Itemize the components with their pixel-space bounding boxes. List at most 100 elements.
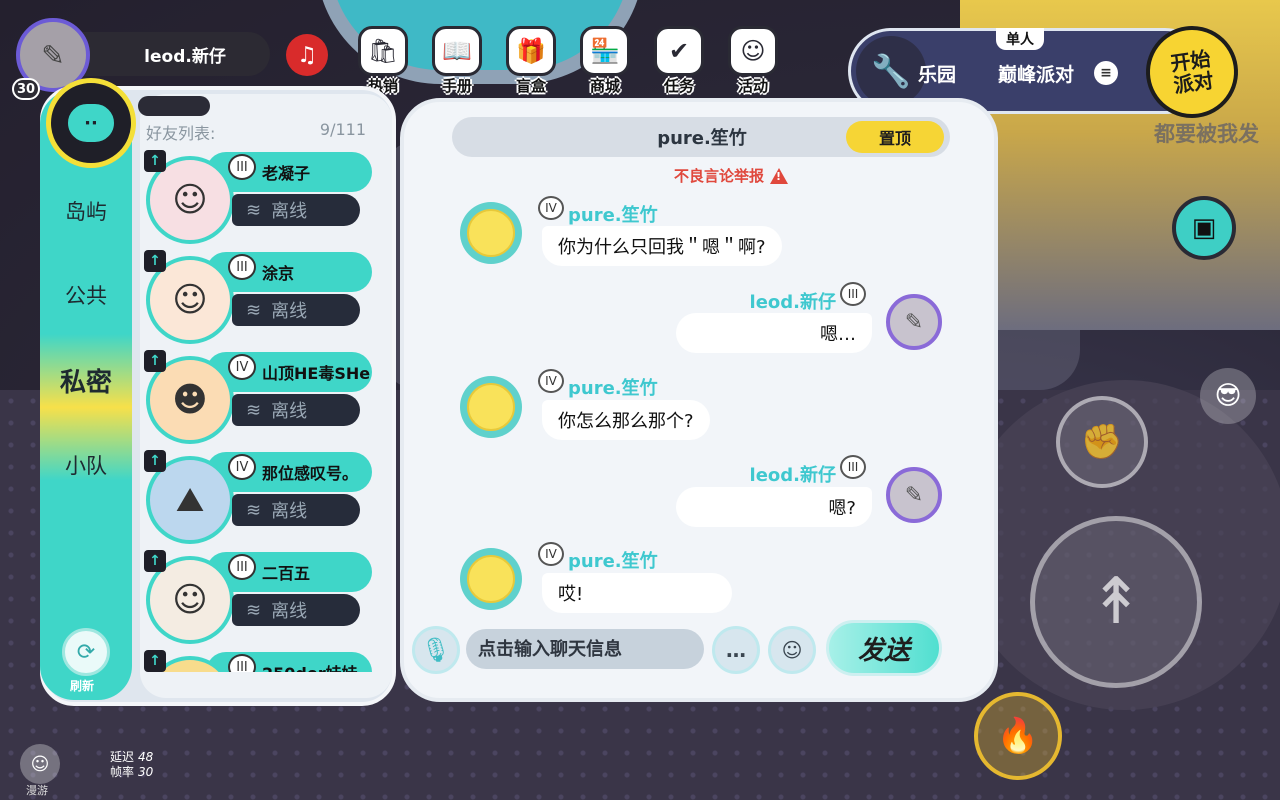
friends-header-bar: [138, 96, 210, 116]
friend-status-text: 离线: [271, 501, 308, 522]
friend-row[interactable]: ☺ ↑ III 涂京 ≋ 离线: [142, 250, 374, 346]
mode-single-tag: 单人: [996, 28, 1044, 50]
chat-logo: ∙∙: [46, 78, 136, 168]
girl-avatar-icon: ☺: [172, 180, 208, 220]
message-sender: leod.新仔: [749, 465, 836, 486]
roam-button[interactable]: ☺: [20, 744, 60, 784]
message-sender: pure.笙竹: [568, 378, 658, 399]
message-avatar[interactable]: [460, 548, 522, 610]
chick-avatar-icon: [467, 555, 515, 603]
action-dash-button[interactable]: 🔥: [974, 692, 1062, 780]
friend-status: ≋ 离线: [232, 594, 360, 626]
tab-island[interactable]: 岛屿: [40, 196, 132, 226]
report-link[interactable]: 不良言论举报: [674, 165, 789, 186]
refresh-button[interactable]: ⟳: [62, 628, 110, 676]
mode-current[interactable]: 巅峰派对: [998, 60, 1074, 87]
friend-row[interactable]: ↑ III 250dor娃娃: [142, 650, 374, 672]
girl-avatar-icon: ☺: [172, 580, 208, 620]
quick-phrase-button[interactable]: …: [712, 626, 760, 674]
friend-name: 老凝子: [262, 164, 311, 183]
grab-icon: ✊: [1080, 422, 1124, 462]
pin-button[interactable]: 置顶: [846, 121, 944, 153]
friend-row[interactable]: ☺ ↑ III 二百五 ≋ 离线: [142, 550, 374, 646]
action-grab-button[interactable]: ✊: [1056, 396, 1148, 488]
friend-status: ≋ 离线: [232, 294, 360, 326]
message-sender: leod.新仔: [749, 292, 836, 313]
message-avatar[interactable]: ✎: [886, 294, 942, 350]
speech-bubble-icon: …: [726, 638, 746, 662]
friend-status-text: 离线: [271, 601, 308, 622]
friends-list-label: 好友列表:: [146, 124, 216, 143]
boy-avatar-icon: ☻: [172, 380, 208, 420]
message-avatar[interactable]: [460, 202, 522, 264]
music-app-icon[interactable]: ♫: [286, 34, 328, 76]
nav-blind-box[interactable]: 🎁 盲盒: [500, 26, 562, 96]
nav-shop[interactable]: 🏪 商城: [574, 26, 636, 96]
nav-tasks[interactable]: ✔ 任务: [648, 26, 710, 96]
wifi-icon: ≋: [246, 199, 262, 221]
task-icon: ✔: [654, 26, 704, 76]
fps-label: 帧率: [110, 765, 135, 779]
tab-private[interactable]: 私密: [40, 362, 132, 399]
chick-avatar-icon: [467, 383, 515, 431]
friend-status: ≋ 离线: [232, 194, 360, 226]
nav-handbook[interactable]: 📖 手册: [426, 26, 488, 96]
friend-name: 250dor娃娃: [262, 660, 358, 672]
player-name-pill[interactable]: leod.新仔: [60, 32, 270, 76]
message-sender: pure.笙竹: [568, 551, 658, 572]
top-nav: 🛍 热销 📖 手册 🎁 盲盒 🏪 商城 ✔ 任务 ☺ 活动: [352, 26, 784, 96]
nav-events[interactable]: ☺ 活动: [722, 26, 784, 96]
refresh-icon: ⟳: [76, 639, 96, 665]
friend-row[interactable]: ☻ ↑ IV 山顶HE毒SHe ≋ 离线: [142, 350, 374, 446]
emoji-button[interactable]: ☺: [768, 626, 816, 674]
tab-public[interactable]: 公共: [40, 280, 132, 310]
action-jump-button[interactable]: ↟: [1030, 516, 1202, 688]
friend-row[interactable]: ⛰ ↑ IV 那位感叹号。 ≋ 离线: [142, 450, 374, 546]
message-bubble: 嗯…: [676, 313, 872, 353]
player-name: leod.新仔: [144, 46, 226, 67]
message-avatar[interactable]: [460, 376, 522, 438]
tab-squad[interactable]: 小队: [40, 450, 132, 480]
latency-value: 48: [138, 750, 154, 764]
friend-name: 山顶HE毒SHe: [262, 364, 371, 383]
message-avatar[interactable]: ✎: [886, 467, 942, 523]
wrench-icon[interactable]: 🔧: [856, 36, 926, 106]
box-icon[interactable]: ▣: [1172, 196, 1236, 260]
friend-status: ≋ 离线: [232, 394, 360, 426]
jump-icon: ↟: [1089, 565, 1143, 639]
scene-avatar-icon: ⛰: [175, 480, 205, 520]
sketch-avatar-icon: ✎: [904, 482, 924, 508]
friend-row[interactable]: ☺ ↑ III 老凝子 ≋ 离线: [142, 150, 374, 246]
event-icon: ☺: [728, 26, 778, 76]
friend-name: 二百五: [262, 564, 311, 583]
friend-status-text: 离线: [271, 401, 308, 422]
dash-icon: 🔥: [996, 716, 1040, 756]
girl-avatar-icon: ☺: [172, 280, 208, 320]
send-button[interactable]: 发送: [826, 620, 942, 676]
rank-badge: III: [228, 154, 256, 180]
friends-count: 9/111: [319, 120, 366, 139]
arrow-up-icon: ↑: [144, 350, 166, 372]
message-sender: pure.笙竹: [568, 205, 658, 226]
nav-label: 手册: [441, 77, 472, 95]
rank-badge: III: [840, 455, 866, 479]
friend-status: ≋ 离线: [232, 494, 360, 526]
latency-label: 延迟: [110, 750, 135, 764]
switch-mode-icon[interactable]: ≡: [1094, 61, 1118, 85]
chat-input[interactable]: [466, 629, 704, 669]
wifi-icon: ≋: [246, 299, 262, 321]
arrow-up-icon: ↑: [144, 250, 166, 272]
start-label-2: 派对: [1172, 68, 1216, 98]
wifi-icon: ≋: [246, 499, 262, 521]
arrow-up-icon: ↑: [144, 650, 166, 672]
nav-label: 商城: [589, 77, 620, 95]
mode-location: 乐园: [918, 64, 957, 86]
emote-icon[interactable]: 😎: [1200, 368, 1256, 424]
message-bubble: 嗯?: [676, 487, 872, 527]
microphone-icon: 🎙: [420, 636, 452, 664]
voice-button[interactable]: 🎙: [412, 626, 460, 674]
player-level-badge: 30: [12, 78, 40, 100]
smiley-icon: ☺: [781, 638, 803, 662]
message-bubble: 哎!: [542, 573, 732, 613]
rank-badge: III: [840, 282, 866, 306]
